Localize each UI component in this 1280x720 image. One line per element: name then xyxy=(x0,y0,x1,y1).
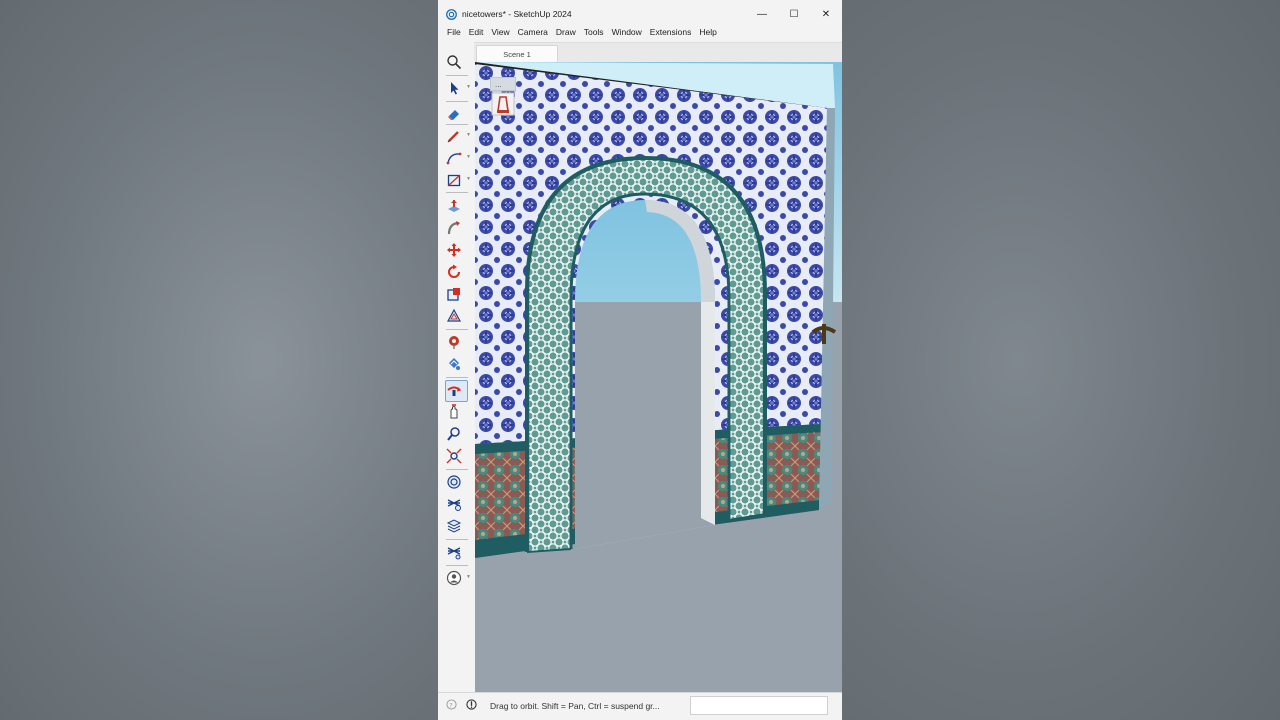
tool-select[interactable]: ▼ xyxy=(446,78,471,98)
search-icon xyxy=(447,55,462,70)
status-bar: ? Drag to orbit. Shift = Pan, Ctrl = sus… xyxy=(438,692,842,720)
tool-account[interactable]: ▼ xyxy=(446,568,471,588)
follow-me-icon xyxy=(447,221,460,235)
tool-offset[interactable] xyxy=(446,306,468,326)
rotate-icon xyxy=(448,264,460,278)
chevron-down-icon: ▼ xyxy=(466,132,471,138)
chevron-down-icon: ▼ xyxy=(466,154,471,160)
menu-view[interactable]: View xyxy=(487,24,513,41)
menu-draw[interactable]: Draw xyxy=(552,24,580,41)
sketchup-logo-icon xyxy=(446,8,457,20)
menu-tools[interactable]: Tools xyxy=(580,24,608,41)
tool-orbit[interactable] xyxy=(445,380,468,402)
model-viewport[interactable]: ... xyxy=(475,62,842,692)
menu-bar: File Edit View Camera Draw Tools Window … xyxy=(438,24,842,41)
offset-icon xyxy=(446,308,462,322)
toolbar-separator xyxy=(446,192,468,193)
svg-text:...: ... xyxy=(495,81,502,89)
warehouse-icon xyxy=(447,475,461,489)
status-text: Drag to orbit. Shift = Pan, Ctrl = suspe… xyxy=(490,701,660,711)
menu-camera[interactable]: Camera xyxy=(514,24,552,41)
rectangle-icon xyxy=(447,174,461,187)
tool-pan[interactable] xyxy=(446,402,468,422)
large-tool-set: ▼ ▼ ▼ ▼ ▼ xyxy=(438,42,474,694)
background-right-blur xyxy=(842,0,1280,720)
scale-icon xyxy=(447,288,460,301)
chevron-down-icon: ▼ xyxy=(466,574,471,580)
chevron-down-icon: ▼ xyxy=(466,176,471,182)
tool-rotate[interactable] xyxy=(446,262,468,282)
toolbar-separator xyxy=(446,539,468,540)
tool-paint-bucket[interactable] xyxy=(446,354,468,374)
eraser-icon xyxy=(448,110,459,120)
tool-arc[interactable]: ▼ xyxy=(446,148,471,168)
tool-push-pull[interactable] xyxy=(446,196,468,216)
paint-bucket-icon xyxy=(449,358,460,370)
toolbar-separator xyxy=(446,101,468,102)
move-icon xyxy=(447,243,461,257)
tool-follow-me[interactable] xyxy=(446,218,468,238)
background-left-blur xyxy=(0,0,438,720)
tool-scale[interactable] xyxy=(446,284,468,304)
toolbar-separator xyxy=(446,377,468,378)
zoom-extents-icon xyxy=(446,448,462,464)
menu-help[interactable]: Help xyxy=(695,24,720,41)
zoom-icon xyxy=(447,427,460,441)
tape-measure-icon xyxy=(449,336,459,349)
pan-icon xyxy=(450,404,458,419)
menu-file[interactable]: File xyxy=(438,24,465,41)
tool-move[interactable] xyxy=(446,240,468,260)
toolbar-separator xyxy=(446,565,468,566)
tool-zoom[interactable] xyxy=(446,424,468,444)
tool-tape-measure[interactable] xyxy=(446,332,468,352)
scene-tabs-bar: Scene 1 xyxy=(474,42,842,64)
account-icon xyxy=(446,570,462,586)
chevron-down-icon: ▼ xyxy=(466,84,471,90)
tool-search[interactable] xyxy=(446,52,468,72)
measurements-box[interactable] xyxy=(690,696,828,715)
arc-icon xyxy=(446,152,462,165)
scene-render xyxy=(475,62,842,692)
push-pull-icon xyxy=(448,200,460,212)
orbit-icon xyxy=(447,386,461,396)
tool-extension-manager[interactable] xyxy=(446,542,468,562)
tool-rectangle[interactable]: ▼ xyxy=(446,170,471,190)
toolbar-separator xyxy=(446,75,468,76)
extension-warehouse-icon xyxy=(447,499,461,511)
pencil-line-icon xyxy=(447,131,459,143)
menu-window[interactable]: Window xyxy=(608,24,646,41)
toolbar-separator xyxy=(446,329,468,330)
floating-tray-panel[interactable]: ... xyxy=(490,77,516,117)
menu-extensions[interactable]: Extensions xyxy=(646,24,696,41)
tool-zoom-extents[interactable] xyxy=(446,446,468,466)
select-icon xyxy=(451,82,459,95)
menu-edit[interactable]: Edit xyxy=(465,24,488,41)
tool-layers[interactable] xyxy=(446,516,468,536)
help-icon[interactable]: ? xyxy=(446,699,457,710)
toolbar-separator xyxy=(446,124,468,125)
svg-text:?: ? xyxy=(449,701,452,709)
extension-manager-icon xyxy=(447,547,461,560)
tool-3d-warehouse[interactable] xyxy=(446,472,468,492)
tool-extension-warehouse[interactable] xyxy=(446,494,468,514)
info-icon[interactable] xyxy=(466,699,477,710)
tool-eraser[interactable] xyxy=(446,104,468,124)
sketchup-window: nicetowers* - SketchUp 2024 — ☐ ✕ File E… xyxy=(438,0,842,720)
window-title: nicetowers* - SketchUp 2024 xyxy=(462,9,572,19)
toolbar-separator xyxy=(446,469,468,470)
tool-line[interactable]: ▼ xyxy=(446,126,471,146)
layers-icon xyxy=(446,519,462,533)
